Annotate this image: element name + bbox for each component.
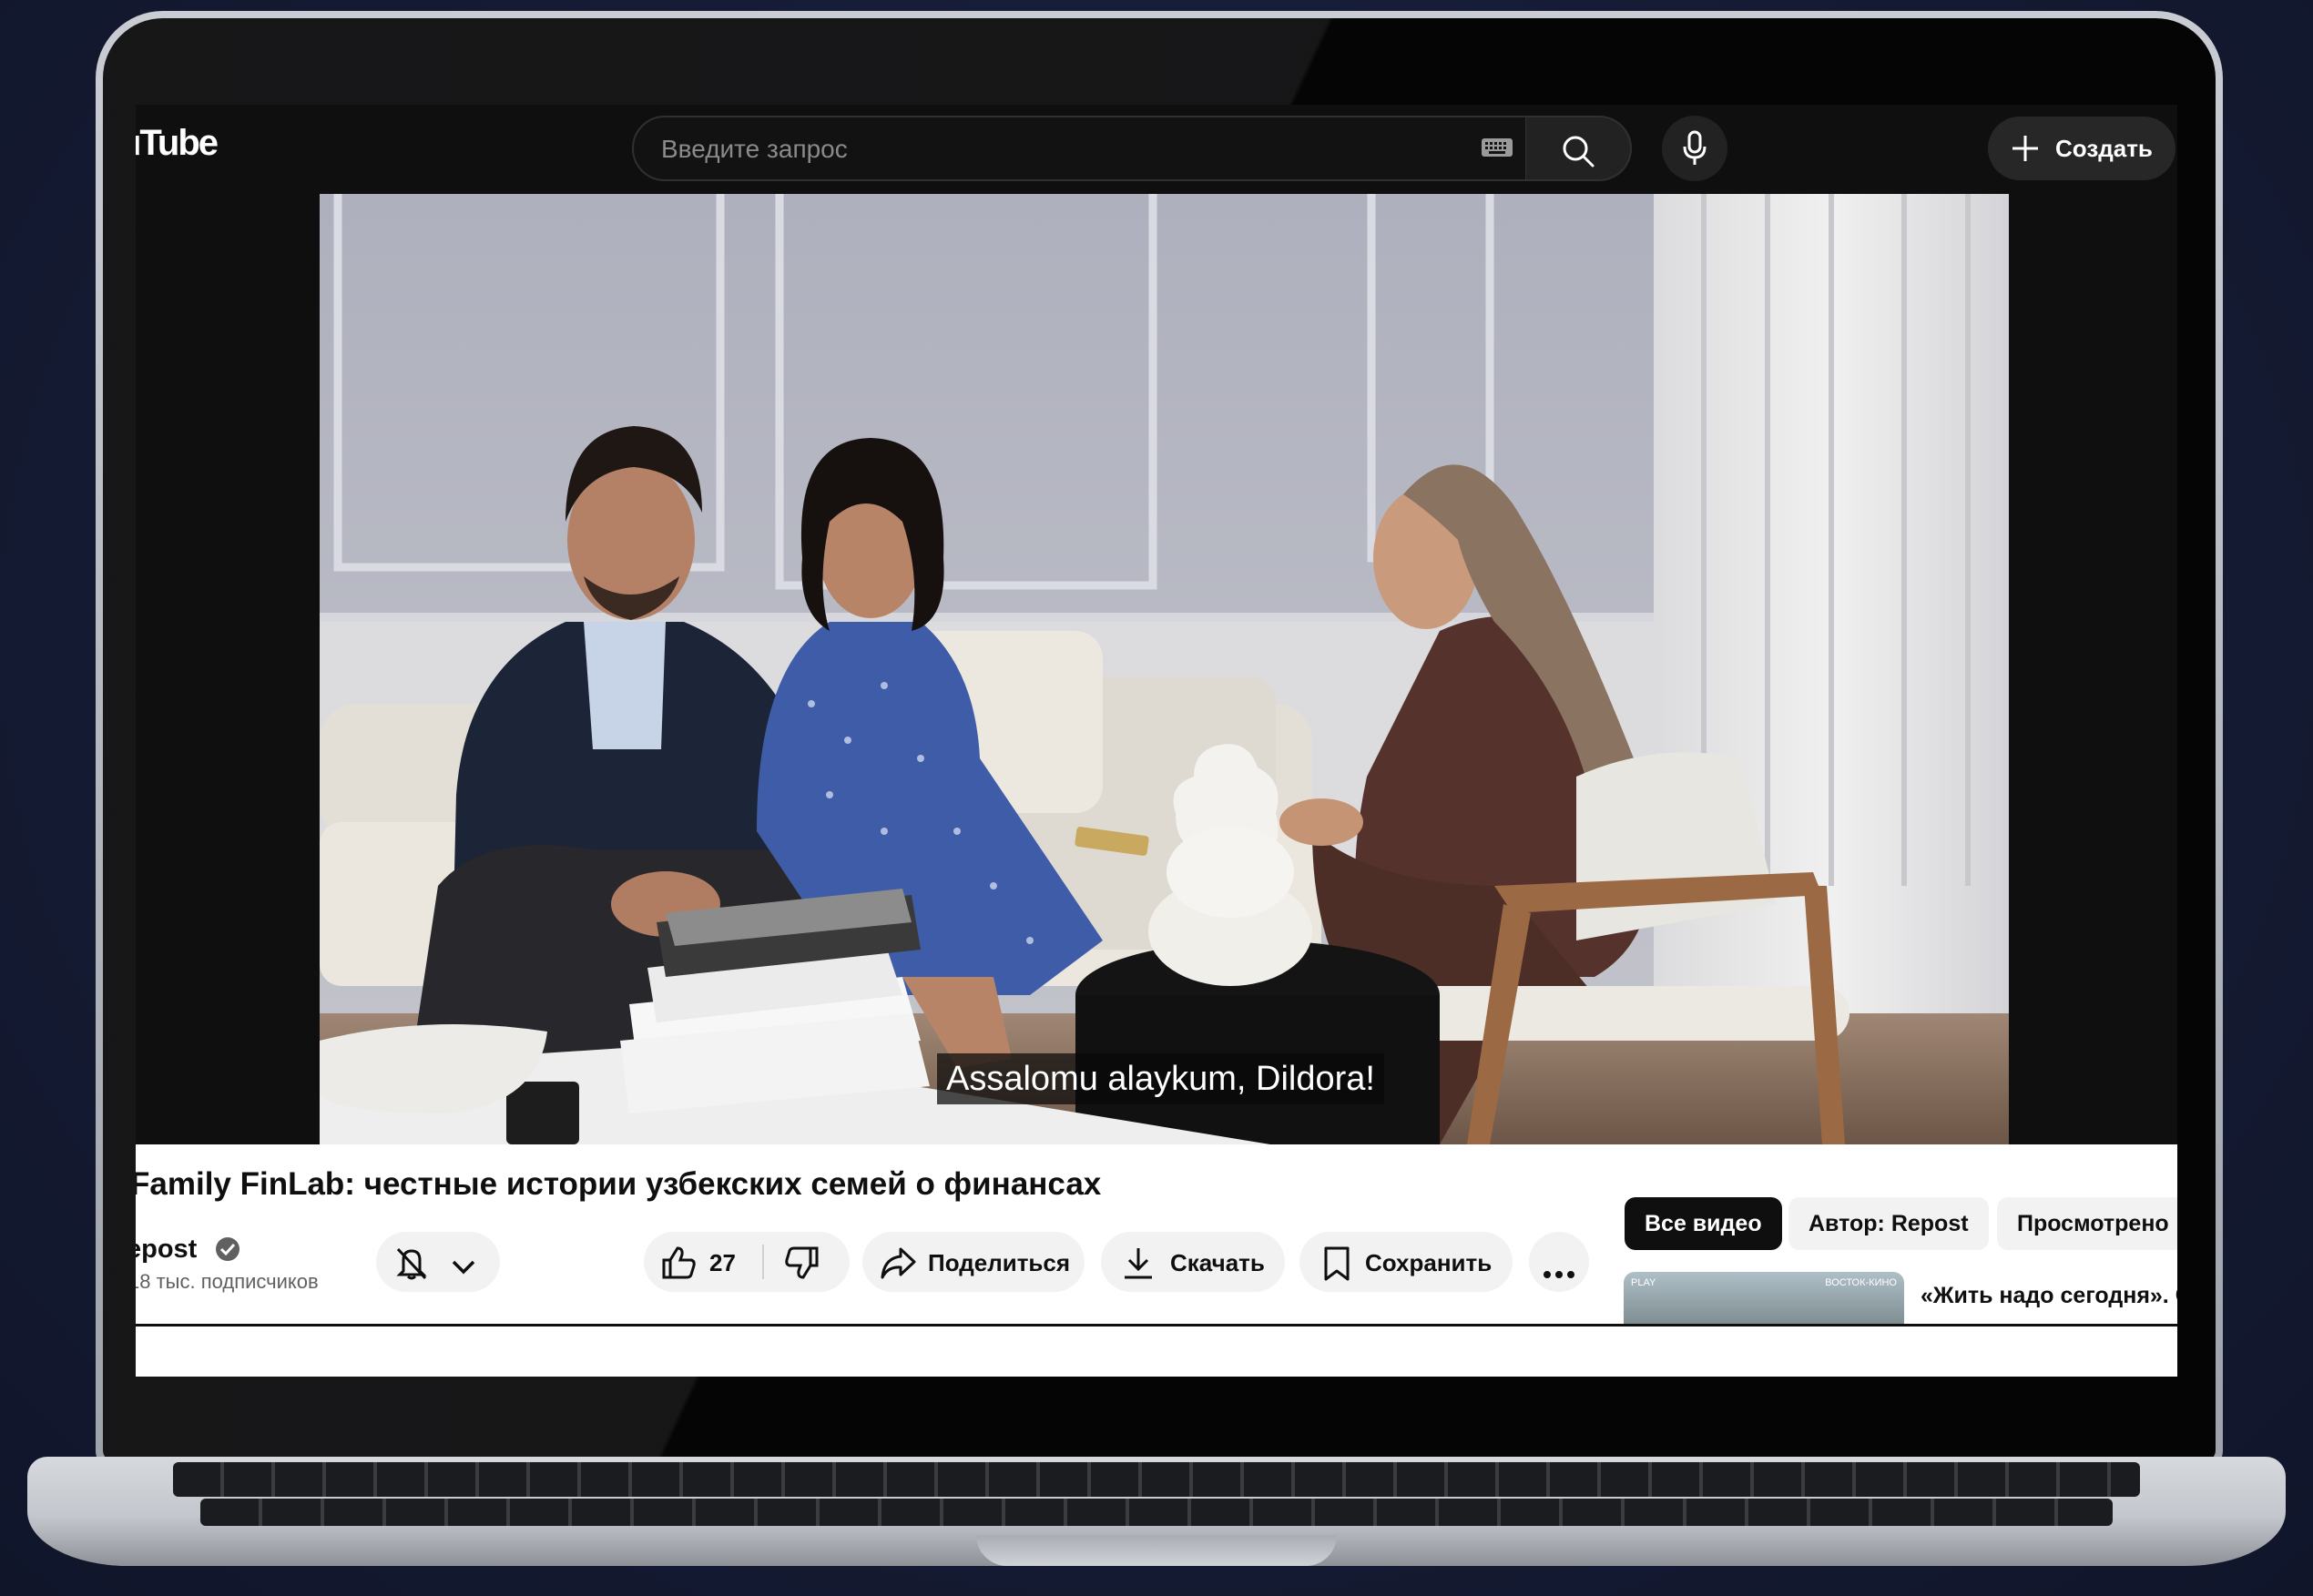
share-button[interactable]: Поделиться: [862, 1232, 1085, 1292]
download-button[interactable]: Скачать: [1101, 1232, 1285, 1292]
video-subtitle: Assalomu alaykum, Dildora!: [937, 1053, 1384, 1104]
chevron-down-icon: [451, 1254, 476, 1282]
chip-author-repost[interactable]: Автор: Repost: [1788, 1197, 1989, 1250]
laptop-keyboard: [173, 1462, 2140, 1497]
plus-icon: [2010, 133, 2041, 170]
create-button-label: Создать: [2055, 135, 2153, 162]
chip-watched[interactable]: Просмотрено: [1997, 1197, 2177, 1250]
keyboard-icon[interactable]: [1481, 137, 1513, 162]
save-button[interactable]: Сохранить: [1299, 1232, 1513, 1292]
divider-line: [136, 1324, 2177, 1327]
like-divider: [762, 1245, 764, 1279]
bell-off-icon: [392, 1245, 431, 1286]
youtube-header: uTube: [136, 105, 2177, 194]
dislike-icon[interactable]: [784, 1245, 820, 1286]
more-actions-button[interactable]: [1529, 1232, 1589, 1292]
save-label: Сохранить: [1365, 1249, 1493, 1276]
like-dislike-group: 27: [644, 1232, 850, 1292]
thumbnail-tag-left: PLAY: [1631, 1277, 1656, 1288]
recommendation-title[interactable]: «Жить надо сегодня». С: [1921, 1283, 2177, 1309]
download-icon: [1121, 1245, 1156, 1286]
video-frame-illustration: [320, 194, 2009, 1144]
verified-badge-icon: [214, 1235, 241, 1267]
search-box: [632, 116, 1527, 181]
laptop-keyboard-row: [200, 1499, 2113, 1526]
search-button[interactable]: [1526, 116, 1632, 181]
notifications-button[interactable]: [376, 1232, 500, 1292]
laptop-notch: [976, 1535, 1337, 1566]
chip-all-videos[interactable]: Все видео: [1625, 1197, 1782, 1250]
bookmark-icon: [1321, 1245, 1352, 1288]
channel-name[interactable]: epost: [136, 1235, 197, 1265]
thumbnail-tag-right: ВОСТОК-КИНО: [1825, 1277, 1897, 1288]
video-title: Family FinLab: честные истории узбекских…: [136, 1166, 1102, 1202]
share-label: Поделиться: [928, 1249, 1071, 1276]
laptop-screen: uTube: [136, 105, 2177, 1377]
more-horizontal-icon: [1543, 1257, 1575, 1286]
video-player[interactable]: Assalomu alaykum, Dildora!: [320, 194, 2009, 1144]
like-count: 27: [709, 1249, 736, 1276]
video-details: Family FinLab: честные истории узбекских…: [136, 1144, 2177, 1377]
like-icon[interactable]: [660, 1245, 697, 1286]
create-button[interactable]: Создать: [1988, 117, 2175, 180]
voice-search-button[interactable]: [1662, 116, 1727, 181]
share-icon: [879, 1245, 917, 1286]
recommendation-thumbnail[interactable]: PLAY ВОСТОК-КИНО: [1624, 1272, 1904, 1327]
subscriber-count: 18 тыс. подписчиков: [136, 1270, 319, 1293]
youtube-logo[interactable]: uTube: [136, 123, 219, 164]
search-input[interactable]: [659, 130, 1446, 168]
download-label: Скачать: [1170, 1249, 1265, 1276]
